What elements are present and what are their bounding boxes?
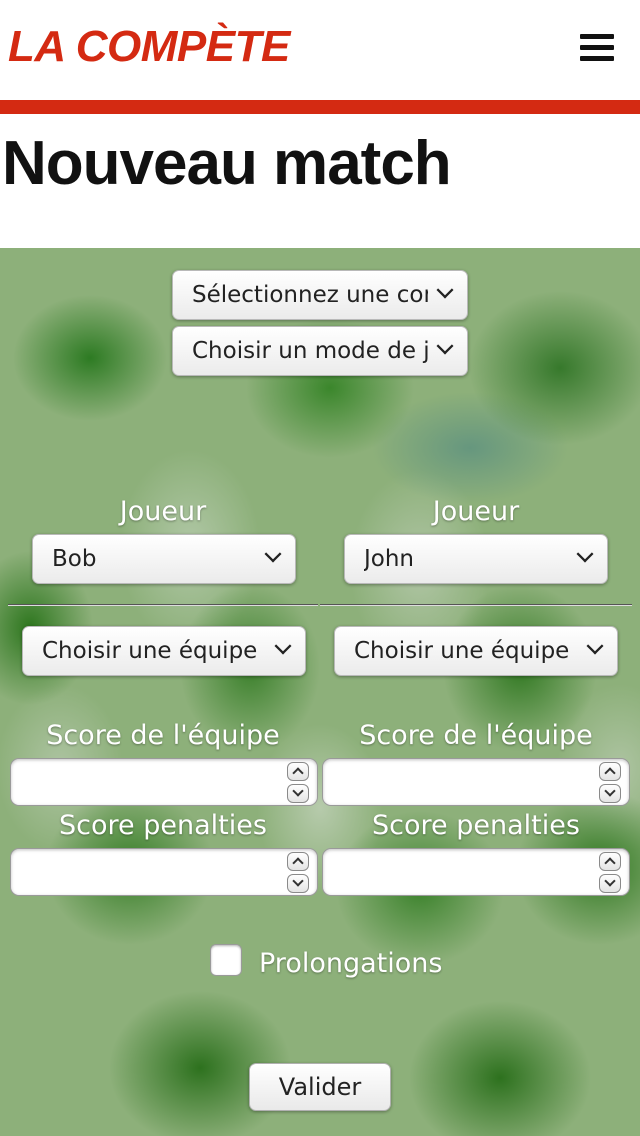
chevron-down-icon <box>264 545 282 563</box>
hamburger-menu-icon[interactable] <box>580 34 614 64</box>
divider-right <box>320 604 632 606</box>
game-mode-select[interactable]: Choisir un mode de jeu <box>172 326 468 376</box>
team-score-left-input[interactable] <box>10 758 318 806</box>
overtime-label[interactable]: Prolongations <box>259 948 442 979</box>
player-left-value: Bob <box>52 546 97 572</box>
page-title: Nouveau match <box>2 129 452 198</box>
team-right-select[interactable]: Choisir une équipe <box>334 626 618 676</box>
chevron-down-icon <box>436 281 454 299</box>
competition-select[interactable]: Sélectionnez une compétition <box>172 270 468 320</box>
team-score-right-input[interactable] <box>322 758 630 806</box>
chevron-down-icon <box>576 545 594 563</box>
site-header: LA COMPÈTE <box>0 0 640 100</box>
chevron-down-icon <box>586 637 604 655</box>
player-right-select[interactable]: John <box>344 534 608 584</box>
site-logo[interactable]: LA COMPÈTE <box>8 22 290 72</box>
header-accent-bar <box>0 100 640 114</box>
decrement-icon[interactable] <box>599 874 621 893</box>
penalty-score-right-label: Score penalties <box>372 810 580 841</box>
form-background <box>0 248 640 1136</box>
increment-icon[interactable] <box>599 762 621 781</box>
chevron-down-icon <box>274 637 292 655</box>
team-left-select[interactable]: Choisir une équipe <box>22 626 306 676</box>
team-score-left-label: Score de l'équipe <box>46 720 280 751</box>
game-mode-select-value: Choisir un mode de jeu <box>192 338 428 364</box>
penalty-score-left-label: Score penalties <box>59 810 267 841</box>
decrement-icon[interactable] <box>287 784 309 803</box>
player-left-label: Joueur <box>119 496 207 527</box>
competition-select-value: Sélectionnez une compétition <box>192 282 428 308</box>
chevron-down-icon <box>436 337 454 355</box>
decrement-icon[interactable] <box>287 874 309 893</box>
overtime-checkbox[interactable] <box>210 944 242 976</box>
player-right-value: John <box>364 546 415 572</box>
increment-icon[interactable] <box>287 852 309 871</box>
player-left-select[interactable]: Bob <box>32 534 296 584</box>
decrement-icon[interactable] <box>599 784 621 803</box>
increment-icon[interactable] <box>599 852 621 871</box>
team-right-value: Choisir une équipe <box>354 638 570 664</box>
submit-button[interactable]: Valider <box>249 1063 391 1111</box>
team-left-value: Choisir une équipe <box>42 638 258 664</box>
divider-left <box>8 604 318 606</box>
penalty-score-left-input[interactable] <box>10 848 318 896</box>
player-right-label: Joueur <box>432 496 520 527</box>
penalty-score-right-input[interactable] <box>322 848 630 896</box>
increment-icon[interactable] <box>287 762 309 781</box>
team-score-right-label: Score de l'équipe <box>359 720 593 751</box>
